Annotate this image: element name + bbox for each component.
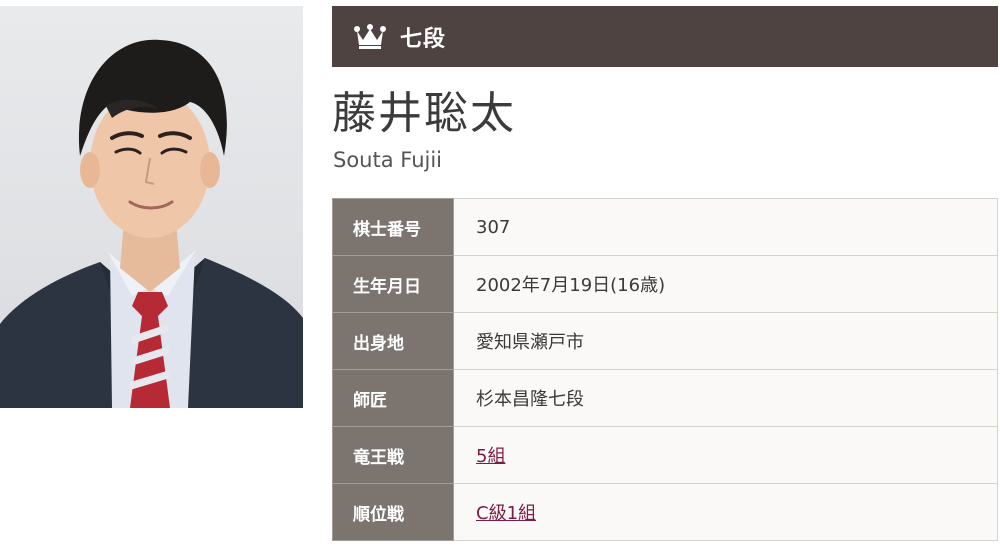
row-value-junni-sen-cell: C級1組	[453, 483, 998, 541]
row-label-birthplace: 出身地	[332, 312, 454, 370]
table-row: 棋士番号 307	[332, 198, 998, 256]
junni-sen-link[interactable]: C級1組	[476, 503, 536, 524]
row-label-master: 師匠	[332, 369, 454, 427]
table-row: 順位戦 C級1組	[332, 483, 998, 541]
portrait-illustration	[0, 39, 303, 408]
player-name-romaji: Souta Fujii	[333, 148, 443, 172]
profile-table: 棋士番号 307 生年月日 2002年7月19日(16歳) 出身地 愛知県瀬戸市…	[332, 198, 998, 541]
row-value-master: 杉本昌隆七段	[453, 369, 998, 427]
row-label-junni-sen: 順位戦	[332, 483, 454, 541]
rank-header: 七段	[332, 6, 998, 67]
row-label-birth-date: 生年月日	[332, 255, 454, 313]
ryuo-sen-link[interactable]: 5組	[476, 446, 505, 467]
row-label-ryuo-sen: 竜王戦	[332, 426, 454, 484]
player-name-japanese: 藤井聡太	[332, 88, 516, 139]
table-row: 師匠 杉本昌隆七段	[332, 369, 998, 427]
table-row: 生年月日 2002年7月19日(16歳)	[332, 255, 998, 313]
table-row: 竜王戦 5組	[332, 426, 998, 484]
rank-label: 七段	[400, 26, 447, 52]
row-label-player-number: 棋士番号	[332, 198, 454, 256]
row-value-ryuo-sen-cell: 5組	[453, 426, 998, 484]
crown-icon	[354, 23, 386, 49]
row-value-birthplace: 愛知県瀬戸市	[453, 312, 998, 370]
portrait-photo	[0, 6, 303, 408]
table-row: 出身地 愛知県瀬戸市	[332, 312, 998, 370]
row-value-birth-date: 2002年7月19日(16歳)	[453, 255, 998, 313]
row-value-player-number: 307	[453, 198, 998, 256]
